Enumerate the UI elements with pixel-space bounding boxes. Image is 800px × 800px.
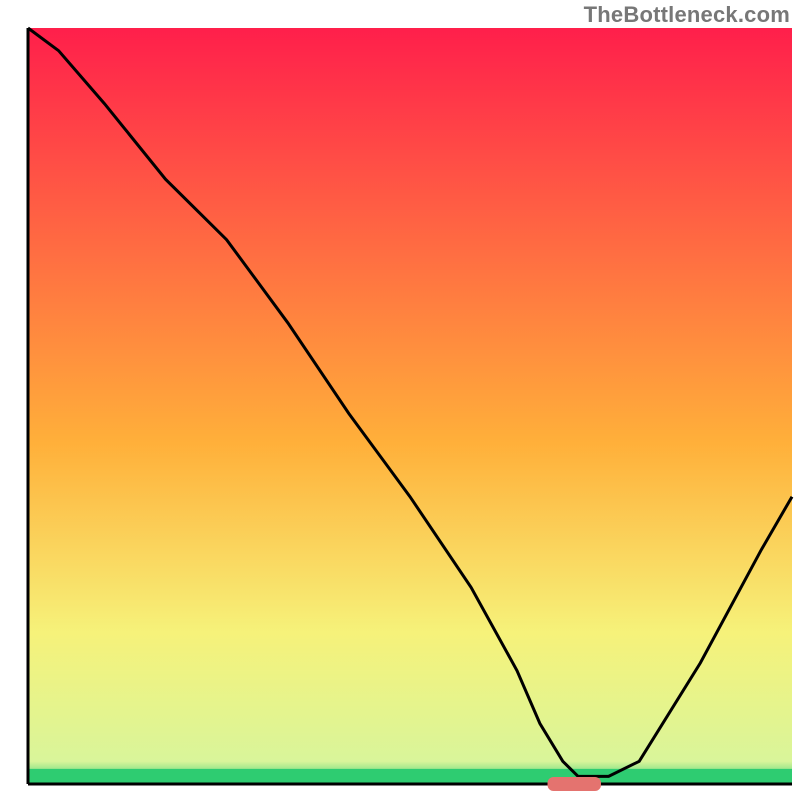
chart-container: TheBottleneck.com bbox=[0, 0, 800, 800]
watermark-text: TheBottleneck.com bbox=[584, 2, 790, 28]
plot-background bbox=[28, 28, 792, 784]
optimal-marker bbox=[548, 777, 601, 791]
green-band bbox=[28, 769, 792, 784]
bottleneck-chart bbox=[0, 0, 800, 800]
